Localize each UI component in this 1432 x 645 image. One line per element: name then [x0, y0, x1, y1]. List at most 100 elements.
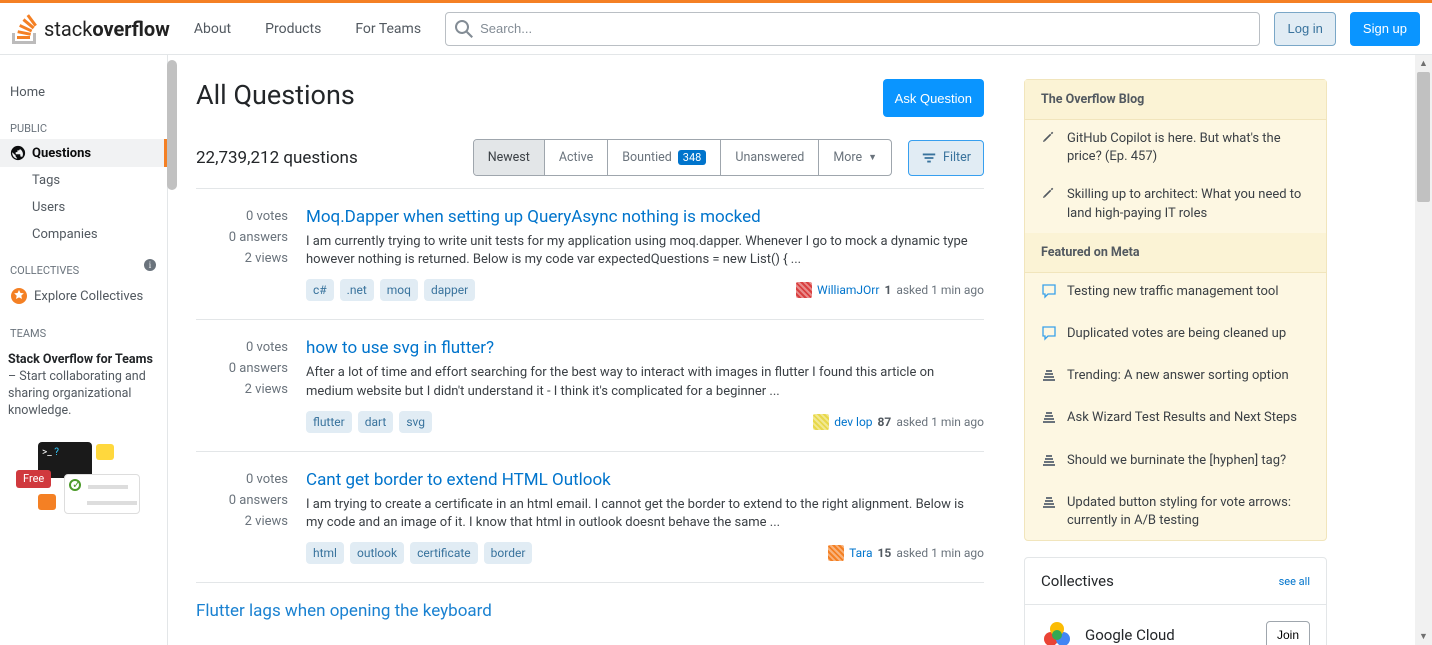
tag[interactable]: c#	[306, 279, 334, 301]
scroll-down-arrow[interactable]: ▼	[1415, 628, 1432, 645]
question-meta: Tara 15 asked 1 min ago	[828, 545, 984, 561]
meta-item[interactable]: Testing new traffic management tool	[1025, 273, 1326, 315]
sidebar-tags[interactable]: Tags	[0, 167, 167, 194]
chevron-down-icon: ▼	[868, 152, 877, 163]
question-count: 22,739,212 questions	[196, 148, 358, 168]
tag[interactable]: certificate	[410, 542, 478, 564]
logo[interactable]: stackoverflow	[12, 14, 170, 44]
question-title[interactable]: Flutter lags when opening the keyboard	[196, 601, 984, 621]
question-item: 0 votes 0 answers 2 views Moq.Dapper whe…	[196, 189, 984, 320]
user-link[interactable]: Tara	[849, 546, 872, 560]
question-title[interactable]: Cant get border to extend HTML Outlook	[306, 470, 984, 490]
teams-illustration: >_ ? Free ✓	[8, 438, 159, 508]
avatar[interactable]	[813, 414, 829, 430]
user-link[interactable]: dev lop	[834, 415, 872, 429]
tab-more[interactable]: More ▼	[819, 140, 891, 175]
sidebar-users[interactable]: Users	[0, 194, 167, 221]
nav-about[interactable]: About	[184, 15, 241, 43]
main-content: All Questions Ask Question 22,739,212 qu…	[168, 55, 1008, 645]
user-link[interactable]: WilliamJOrr	[817, 283, 879, 297]
avatar[interactable]	[796, 282, 812, 298]
votes: 0 votes	[196, 340, 288, 355]
filter-button[interactable]: Filter	[908, 140, 984, 176]
globe-icon	[10, 145, 26, 161]
question-meta: WilliamJOrr 1 asked 1 min ago	[796, 282, 984, 298]
blog-item[interactable]: Skilling up to architect: What you need …	[1025, 176, 1326, 232]
join-button[interactable]: Join	[1266, 621, 1310, 645]
meta-header: Featured on Meta	[1025, 233, 1326, 273]
tag[interactable]: outlook	[350, 542, 404, 564]
meta-item[interactable]: Duplicated votes are being cleaned up	[1025, 315, 1326, 357]
right-sidebar: The Overflow Blog GitHub Copilot is here…	[1008, 55, 1343, 645]
stackoverflow-icon	[12, 14, 38, 44]
meta-item[interactable]: Ask Wizard Test Results and Next Steps	[1025, 399, 1326, 441]
teams-desc: – Start collaborating and sharing organi…	[8, 369, 146, 418]
scroll-thumb[interactable]	[1417, 72, 1430, 202]
google-cloud-icon	[1041, 619, 1073, 645]
tab-unanswered[interactable]: Unanswered	[721, 140, 819, 175]
tag[interactable]: moq	[380, 279, 418, 301]
signup-button[interactable]: Sign up	[1350, 12, 1420, 46]
views: 2 views	[196, 382, 288, 397]
free-badge: Free	[16, 470, 51, 489]
info-icon[interactable]: i	[143, 258, 157, 272]
search-icon	[455, 20, 473, 38]
votes: 0 votes	[196, 472, 288, 487]
asked-time: asked 1 min ago	[896, 283, 984, 297]
tag[interactable]: dapper	[424, 279, 475, 301]
teams-title: Stack Overflow for Teams	[8, 352, 153, 367]
sidebar-questions-label: Questions	[32, 146, 91, 161]
question-list: 0 votes 0 answers 2 views Moq.Dapper whe…	[196, 188, 984, 583]
search-input[interactable]	[445, 12, 1260, 46]
nav-for-teams[interactable]: For Teams	[345, 15, 431, 43]
page-title: All Questions	[196, 79, 355, 111]
user-rep: 87	[878, 415, 892, 429]
sidebar-public-label: PUBLIC	[0, 106, 167, 139]
sidebar-questions[interactable]: Questions	[0, 139, 167, 167]
answers: 0 answers	[196, 230, 288, 245]
user-rep: 15	[878, 546, 892, 560]
meta-item[interactable]: Updated button styling for vote arrows: …	[1025, 484, 1326, 540]
answers: 0 answers	[196, 493, 288, 508]
star-icon	[10, 287, 28, 305]
speech-icon	[1041, 283, 1057, 305]
tag[interactable]: html	[306, 542, 344, 564]
question-stats: 0 votes 0 answers 2 views	[196, 470, 288, 564]
page-scrollbar[interactable]: ▲ ▼	[1415, 55, 1432, 645]
collectives-widget: Collectives see all Google Cloud Join	[1024, 557, 1327, 645]
avatar[interactable]	[828, 545, 844, 561]
nav-products[interactable]: Products	[255, 15, 331, 43]
scroll-up-arrow[interactable]: ▲	[1415, 55, 1432, 72]
sidebar-scrollbar[interactable]	[167, 60, 177, 190]
tag[interactable]: flutter	[306, 411, 352, 433]
see-all-link[interactable]: see all	[1279, 575, 1310, 588]
tag[interactable]: svg	[399, 411, 432, 433]
sidebar-explore-collectives[interactable]: Explore Collectives	[0, 281, 167, 311]
question-title[interactable]: Moq.Dapper when setting up QueryAsync no…	[306, 207, 984, 227]
ask-question-button[interactable]: Ask Question	[883, 79, 984, 117]
meta-item[interactable]: Should we burninate the [hyphen] tag?	[1025, 442, 1326, 484]
filter-tabs: Newest Active Bountied 348 Unanswered Mor…	[473, 139, 892, 176]
stack-icon	[1041, 409, 1057, 431]
sidebar-companies[interactable]: Companies	[0, 221, 167, 248]
tag[interactable]: border	[484, 542, 533, 564]
tab-active[interactable]: Active	[545, 140, 608, 175]
question-meta: dev lop 87 asked 1 min ago	[813, 414, 984, 430]
blog-item[interactable]: GitHub Copilot is here. But what's the p…	[1025, 120, 1326, 176]
tag[interactable]: .net	[340, 279, 374, 301]
explore-collectives-label: Explore Collectives	[34, 289, 143, 304]
meta-item[interactable]: Trending: A new answer sorting option	[1025, 357, 1326, 399]
tab-bountied[interactable]: Bountied 348	[608, 140, 721, 175]
collective-name[interactable]: Google Cloud	[1085, 626, 1175, 644]
bountied-count-badge: 348	[678, 150, 707, 165]
login-button[interactable]: Log in	[1274, 12, 1335, 46]
filter-icon	[921, 150, 937, 166]
stack-icon	[1041, 494, 1057, 530]
sidebar-home[interactable]: Home	[0, 79, 167, 106]
tag[interactable]: dart	[358, 411, 394, 433]
tab-newest[interactable]: Newest	[474, 140, 545, 175]
tab-bountied-label: Bountied	[622, 150, 672, 165]
filter-label: Filter	[943, 150, 971, 165]
question-title[interactable]: how to use svg in flutter?	[306, 338, 984, 358]
blog-header: The Overflow Blog	[1025, 80, 1326, 120]
